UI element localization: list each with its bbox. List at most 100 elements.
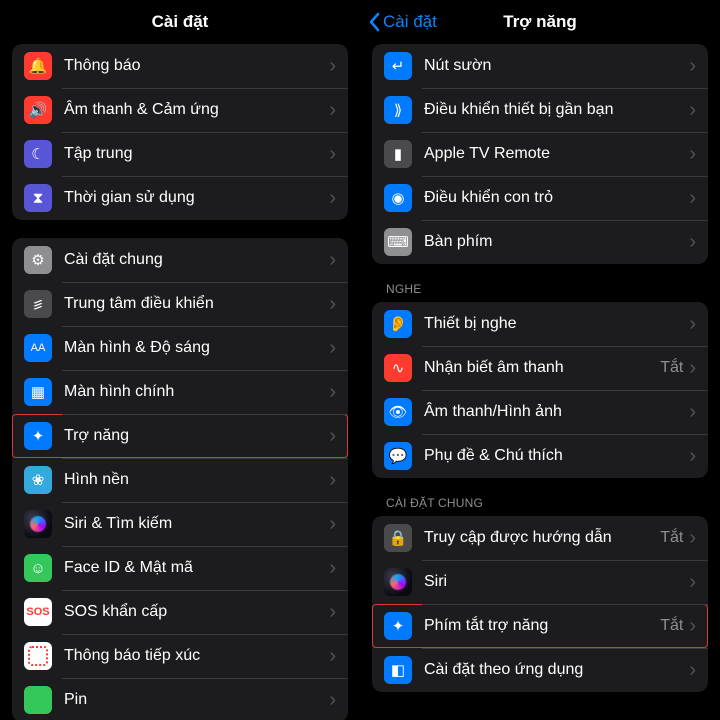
chevron-right-icon: ›: [689, 56, 696, 76]
hearing-group: 👂Thiết bị nghe›∿Nhận biết âm thanhTắt›👁Â…: [372, 302, 708, 478]
row-siri-accessibility[interactable]: Siri›: [372, 560, 708, 604]
row-label: Cài đặt theo ứng dụng: [424, 661, 689, 679]
row-label: Face ID & Mật mã: [64, 559, 329, 577]
chevron-right-icon: ›: [689, 528, 696, 548]
row-battery[interactable]: Pin›: [12, 678, 348, 720]
chevron-right-icon: ›: [689, 358, 696, 378]
accessibility-content: ↵Nút sườn›⟫Điều khiển thiết bị gần bạn›▮…: [360, 44, 720, 720]
row-label: Trung tâm điều khiển: [64, 295, 329, 313]
row-home-screen[interactable]: ▦ Màn hình chính›: [12, 370, 348, 414]
row-label: Tập trung: [64, 145, 329, 163]
row-faceid[interactable]: ☺ Face ID & Mật mã›: [12, 546, 348, 590]
row-exposure[interactable]: Thông báo tiếp xúc›: [12, 634, 348, 678]
chevron-right-icon: ›: [329, 514, 336, 534]
chevron-right-icon: ›: [689, 314, 696, 334]
chevron-left-icon: [368, 12, 380, 32]
row-hearing-devices[interactable]: 👂 Thiết bị nghe›: [372, 302, 708, 346]
row-screen-time[interactable]: ⧗Thời gian sử dụng›: [12, 176, 348, 220]
back-button[interactable]: Cài đặt: [368, 12, 437, 32]
battery-icon: [24, 686, 52, 714]
row-nearby[interactable]: ⟫Điều khiển thiết bị gần bạn›: [372, 88, 708, 132]
row-accessibility-shortcut[interactable]: ✦Phím tắt trợ năngTắt›: [372, 604, 708, 648]
row-wallpaper[interactable]: ❀Hình nền›: [12, 458, 348, 502]
row-label: Nhận biết âm thanh: [424, 359, 660, 377]
general-icon: ⚙: [24, 246, 52, 274]
row-label: Thiết bị nghe: [424, 315, 689, 333]
guided-access-icon: 🔒: [384, 524, 412, 552]
page-title: Cài đặt: [152, 12, 209, 32]
accessibility-shortcut-icon: ✦: [384, 612, 412, 640]
per-app-icon: ◧: [384, 656, 412, 684]
exposure-icon: [24, 642, 52, 670]
row-label: Truy cập được hướng dẫn: [424, 529, 660, 547]
row-control-center[interactable]: ꠵ Trung tâm điều khiển›: [12, 282, 348, 326]
hearing-header: NGHE: [372, 282, 708, 302]
chevron-right-icon: ›: [329, 188, 336, 208]
page-title: Trợ năng: [503, 12, 576, 32]
row-sound-recognition[interactable]: ∿Nhận biết âm thanhTắt›: [372, 346, 708, 390]
row-label: Apple TV Remote: [424, 145, 689, 163]
row-focus[interactable]: ☾Tập trung›: [12, 132, 348, 176]
chevron-right-icon: ›: [329, 382, 336, 402]
screen-time-icon: ⧗: [24, 184, 52, 212]
row-keyboard[interactable]: ⌨Bàn phím›: [372, 220, 708, 264]
chevron-right-icon: ›: [329, 144, 336, 164]
row-siri[interactable]: Siri & Tìm kiếm›: [12, 502, 348, 546]
row-label: Nút sườn: [424, 57, 689, 75]
home-screen-icon: ▦: [24, 378, 52, 406]
row-label: Siri: [424, 573, 689, 591]
chevron-right-icon: ›: [329, 646, 336, 666]
chevron-right-icon: ›: [689, 144, 696, 164]
accessibility-pane: Cài đặt Trợ năng ↵Nút sườn› ⟫ Điều khiển t…: [360, 0, 720, 720]
header: Cài đặt: [0, 0, 360, 44]
row-apple-tv[interactable]: ▮Apple TV Remote›: [372, 132, 708, 176]
header: Cài đặt Trợ năng: [360, 0, 720, 44]
general-group: 🔒Truy cập được hướng dẫnTắt›Siri›✦Phím t…: [372, 516, 708, 692]
row-label: Thông báo tiếp xúc: [64, 647, 329, 665]
pointer-icon: ◉: [384, 184, 412, 212]
row-sounds[interactable]: 🔊Âm thanh & Cảm ứng›: [12, 88, 348, 132]
chevron-right-icon: ›: [329, 56, 336, 76]
row-label: Âm thanh & Cảm ứng: [64, 101, 329, 119]
row-per-app[interactable]: ◧ Cài đặt theo ứng dụng›: [372, 648, 708, 692]
wallpaper-icon: ❀: [24, 466, 52, 494]
row-label: Hình nền: [64, 471, 329, 489]
row-label: Màn hình chính: [64, 383, 329, 401]
row-general[interactable]: ⚙ Cài đặt chung›: [12, 238, 348, 282]
physical-group: ↵Nút sườn›⟫Điều khiển thiết bị gần bạn›▮…: [372, 44, 708, 264]
row-accessibility[interactable]: ✦Trợ năng›: [12, 414, 348, 458]
nearby-icon: ⟫: [384, 96, 412, 124]
chevron-right-icon: ›: [689, 660, 696, 680]
faceid-icon: ☺: [24, 554, 52, 582]
settings-group-1: 🔔Thông báo›🔊Âm thanh & Cảm ứng›☾Tập trun…: [12, 44, 348, 220]
control-center-icon: ꠵: [24, 290, 52, 318]
row-guided-access[interactable]: 🔒Truy cập được hướng dẫnTắt›: [372, 516, 708, 560]
row-sos[interactable]: SOSSOS khẩn cấp›: [12, 590, 348, 634]
chevron-right-icon: ›: [329, 426, 336, 446]
row-audio-visual[interactable]: 👁Âm thanh/Hình ảnh›: [372, 390, 708, 434]
row-notifications[interactable]: 🔔Thông báo›: [12, 44, 348, 88]
row-label: Trợ năng: [64, 427, 329, 445]
audio-visual-icon: 👁: [384, 398, 412, 426]
row-label: Màn hình & Độ sáng: [64, 339, 329, 357]
row-display[interactable]: AAMàn hình & Độ sáng›: [12, 326, 348, 370]
chevron-right-icon: ›: [329, 250, 336, 270]
chevron-right-icon: ›: [689, 616, 696, 636]
row-subtitles[interactable]: 💬Phụ đề & Chú thích›: [372, 434, 708, 478]
chevron-right-icon: ›: [329, 294, 336, 314]
chevron-right-icon: ›: [329, 602, 336, 622]
back-label: Cài đặt: [383, 12, 437, 32]
chevron-right-icon: ›: [329, 338, 336, 358]
chevron-right-icon: ›: [689, 188, 696, 208]
row-value: Tắt: [660, 617, 683, 635]
chevron-right-icon: ›: [329, 558, 336, 578]
chevron-right-icon: ›: [689, 446, 696, 466]
row-side-button[interactable]: ↵Nút sườn›: [372, 44, 708, 88]
row-label: Điều khiển thiết bị gần bạn: [424, 101, 689, 119]
row-label: Thông báo: [64, 57, 329, 75]
keyboard-icon: ⌨: [384, 228, 412, 256]
row-label: Cài đặt chung: [64, 251, 329, 269]
row-pointer[interactable]: ◉Điều khiển con trỏ›: [372, 176, 708, 220]
row-label: Bàn phím: [424, 233, 689, 251]
hearing-devices-icon: 👂: [384, 310, 412, 338]
